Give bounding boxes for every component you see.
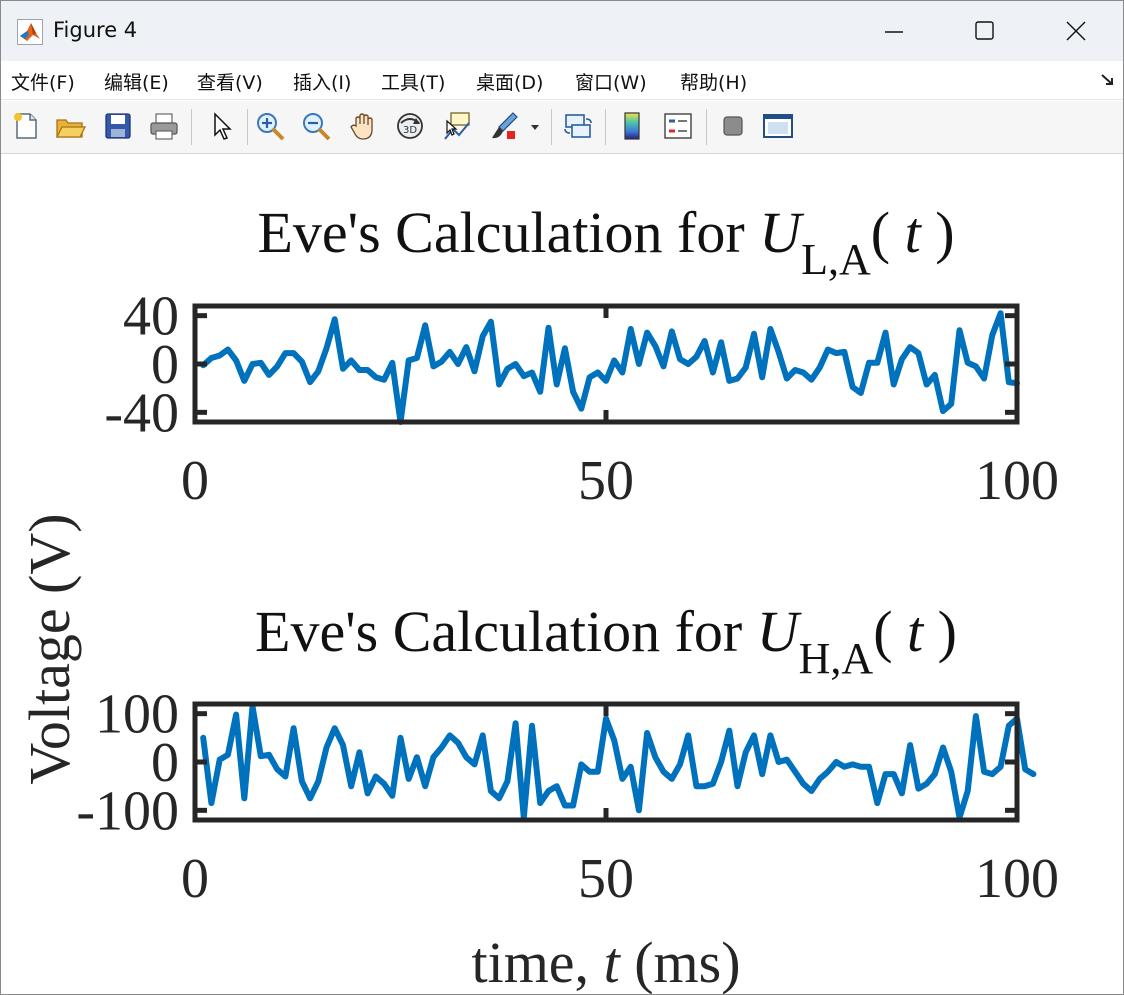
subplot-title: Eve's Calculation for UH,A( t ) [255, 599, 957, 683]
toolbar-separator [247, 109, 248, 145]
series-line [200, 703, 1037, 821]
chevron-down-icon[interactable] [527, 109, 543, 143]
title-part-1: U [757, 599, 803, 664]
zoom-in-icon[interactable] [253, 109, 287, 143]
data-cursor-icon[interactable] [439, 109, 473, 143]
minimize-icon[interactable] [849, 1, 939, 61]
pan-hand-icon[interactable] [347, 109, 381, 143]
figure-canvas: Voltage (V) time, t (ms) Eve's Calculati… [1, 154, 1123, 994]
menu-insert[interactable]: 插入(I) [293, 68, 351, 95]
brush-icon[interactable] [487, 109, 521, 143]
x-axis-label-unit: (ms) [620, 930, 741, 994]
zoom-out-icon[interactable] [299, 109, 333, 143]
figure-window: Figure 4 文件(F) 编辑(E) 查看(V) 插入(I) 工具(T) 桌… [0, 0, 1124, 995]
x-tick-label: 100 [975, 848, 1059, 910]
new-figure-icon[interactable] [9, 109, 43, 143]
subplot-title: Eve's Calculation for UL,A( t ) [257, 200, 954, 284]
rotate-3d-icon[interactable]: 3D [393, 109, 427, 143]
print-icon[interactable] [147, 109, 181, 143]
y-tick-label: -100 [76, 780, 179, 842]
x-tick-label: 100 [975, 450, 1059, 512]
open-file-icon[interactable] [53, 109, 87, 143]
dock-arrow-icon[interactable] [1099, 71, 1117, 89]
menu-view[interactable]: 查看(V) [197, 68, 263, 95]
menu-tools[interactable]: 工具(T) [381, 68, 445, 95]
svg-text:3D: 3D [403, 125, 417, 136]
toolbar-separator [706, 109, 707, 145]
x-tick-label: 0 [181, 848, 209, 910]
colorbar-icon[interactable] [615, 109, 649, 143]
toolbar-separator [191, 109, 192, 145]
title-part-2: H,A [799, 634, 874, 683]
title-part-2: L,A [801, 235, 871, 284]
x-tick-label: 50 [578, 848, 634, 910]
matlab-logo-icon [17, 19, 43, 45]
title-part-3: ( [871, 200, 905, 265]
series-line [200, 310, 1020, 425]
title-part-3: ( [873, 599, 907, 664]
subplot-1: Eve's Calculation for UL,A( t )0 50 100400… [104, 200, 1059, 512]
title-part-5: ) [923, 599, 957, 664]
x-axis-label: time, t (ms) [471, 930, 740, 994]
y-axis-label: Voltage (V) [17, 513, 82, 784]
subplot-2: Eve's Calculation for UH,A( t )0 50 100100… [76, 599, 1059, 910]
menu-help[interactable]: 帮助(H) [680, 68, 747, 95]
hide-plot-tools-icon[interactable] [716, 109, 750, 143]
close-icon[interactable] [1029, 1, 1119, 61]
window-title: Figure 4 [53, 18, 138, 42]
y-tick-label: -40 [104, 382, 179, 444]
title-bar[interactable]: Figure 4 [1, 1, 1123, 61]
link-plot-icon[interactable] [561, 109, 595, 143]
subplots: Eve's Calculation for UL,A( t )0 50 100400… [76, 200, 1059, 910]
title-part-0: Eve's Calculation for [255, 599, 757, 664]
menu-file[interactable]: 文件(F) [11, 68, 75, 95]
title-part-1: U [759, 200, 805, 265]
save-icon[interactable] [101, 109, 135, 143]
legend-icon[interactable] [661, 109, 695, 143]
toolbar-separator [551, 109, 552, 145]
menu-desktop[interactable]: 桌面(D) [476, 68, 543, 95]
menu-window[interactable]: 窗口(W) [575, 68, 647, 95]
title-part-5: ) [921, 200, 955, 265]
figure-svg: Voltage (V) time, t (ms) Eve's Calculati… [17, 200, 1059, 994]
menu-bar: 文件(F) 编辑(E) 查看(V) 插入(I) 工具(T) 桌面(D) 窗口(W… [1, 61, 1123, 100]
x-tick-label: 0 [181, 450, 209, 512]
edit-plot-arrow-icon[interactable] [204, 109, 238, 143]
maximize-icon[interactable] [939, 1, 1029, 61]
toolbar-separator [605, 109, 606, 145]
x-axis-label-text: time, [471, 930, 603, 994]
x-tick-label: 50 [578, 450, 634, 512]
menu-edit[interactable]: 编辑(E) [104, 68, 169, 95]
title-part-0: Eve's Calculation for [257, 200, 759, 265]
show-plot-tools-icon[interactable] [761, 109, 795, 143]
